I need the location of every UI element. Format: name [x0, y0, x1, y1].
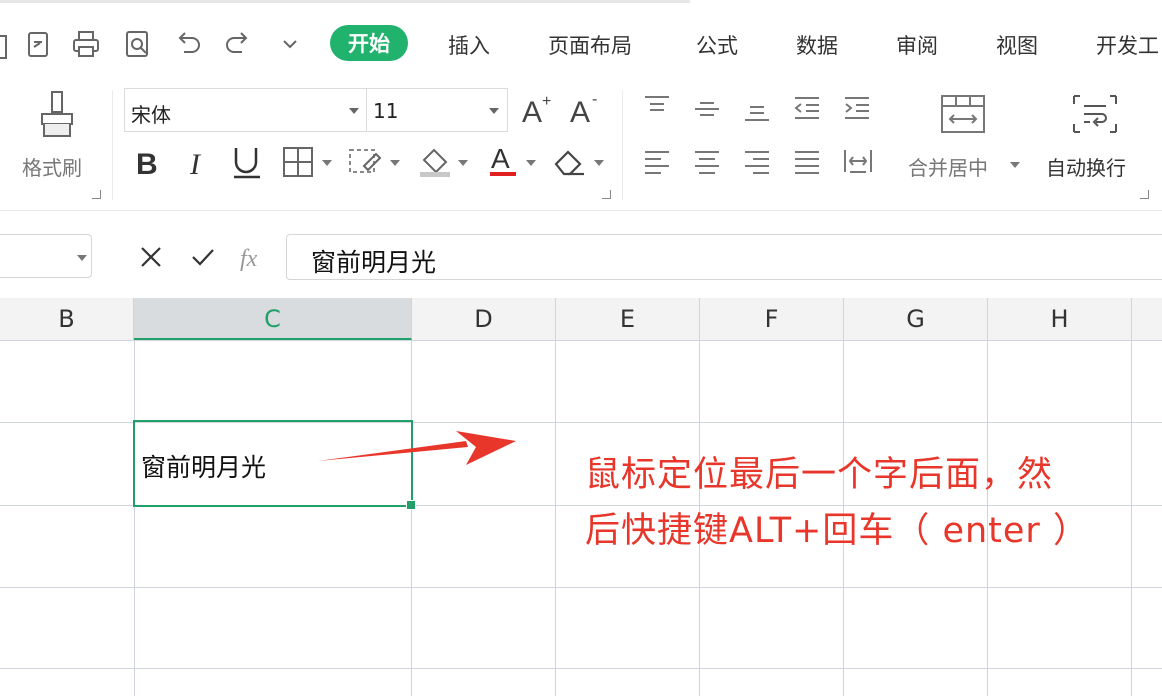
svg-text:A: A	[491, 143, 510, 174]
svg-text:-: -	[592, 92, 597, 108]
grid-line	[0, 587, 1162, 588]
font-name-select[interactable]: 宋体	[124, 88, 368, 132]
increase-indent-icon[interactable]	[842, 94, 872, 122]
column-header-e[interactable]: E	[556, 298, 700, 340]
svg-text:A: A	[522, 96, 542, 128]
increase-font-icon[interactable]: A +	[520, 92, 560, 128]
font-size-select[interactable]: 11	[366, 88, 508, 132]
align-left-icon[interactable]	[642, 148, 672, 176]
tab-review[interactable]: 审阅	[896, 30, 938, 60]
font-size-value: 11	[373, 99, 399, 123]
chevron-down-icon	[349, 108, 359, 114]
fill-color-icon[interactable]	[418, 144, 452, 178]
top-divider	[0, 0, 690, 3]
column-header-h[interactable]: H	[988, 298, 1132, 340]
fill-handle[interactable]	[406, 500, 416, 510]
wrap-text-icon[interactable]	[1072, 94, 1118, 134]
group-separator	[622, 90, 623, 200]
merge-center-icon[interactable]	[940, 94, 986, 134]
decrease-indent-icon[interactable]	[792, 94, 822, 122]
column-header-d[interactable]: D	[412, 298, 556, 340]
format-painter-label[interactable]: 格式刷	[22, 152, 82, 181]
alignment-launcher[interactable]	[1140, 190, 1149, 199]
grid-line	[1131, 340, 1132, 696]
eraser-icon[interactable]	[552, 146, 586, 178]
wrap-text-label[interactable]: 自动换行	[1046, 152, 1126, 181]
column-header-b[interactable]: B	[0, 298, 134, 340]
annotation-arrow-icon	[316, 425, 526, 470]
undo-icon[interactable]	[172, 28, 204, 60]
ribbon-divider	[0, 210, 1162, 211]
chevron-down-icon[interactable]	[322, 160, 332, 166]
chevron-down-icon[interactable]	[77, 255, 87, 261]
justify-icon[interactable]	[792, 148, 822, 176]
font-name-value: 宋体	[131, 103, 171, 127]
more-icon[interactable]	[274, 28, 306, 60]
format-painter-icon[interactable]	[36, 90, 78, 140]
print-preview-icon[interactable]	[122, 28, 154, 60]
chevron-down-icon[interactable]	[526, 160, 536, 166]
redo-icon[interactable]	[222, 28, 254, 60]
chevron-down-icon[interactable]	[1010, 162, 1020, 168]
tab-home[interactable]: 开始	[330, 25, 408, 61]
column-header-g[interactable]: G	[844, 298, 988, 340]
align-bottom-icon[interactable]	[742, 94, 772, 122]
annotation-text-line-2: 后快捷键ALT+回车（ enter ）	[585, 511, 1089, 551]
cancel-icon[interactable]	[138, 244, 164, 270]
bold-icon[interactable]: B	[134, 144, 164, 180]
chevron-down-icon	[489, 108, 499, 114]
grid-line	[411, 340, 412, 696]
decrease-font-icon[interactable]: A-	[568, 92, 608, 128]
tab-formulas[interactable]: 公式	[696, 30, 738, 60]
align-center-icon[interactable]	[692, 148, 722, 176]
merge-center-label[interactable]: 合并居中	[908, 152, 988, 181]
svg-text:A: A	[570, 96, 590, 128]
svg-text:fx: fx	[240, 246, 258, 272]
align-top-icon[interactable]	[642, 94, 672, 122]
grid-line	[0, 340, 1162, 341]
grid-line	[134, 340, 135, 696]
grid-line	[555, 340, 556, 696]
tab-view[interactable]: 视图	[996, 30, 1038, 60]
formula-value: 窗前明月光	[311, 248, 437, 277]
tab-page-layout[interactable]: 页面布局	[548, 30, 632, 60]
chevron-down-icon[interactable]	[458, 160, 468, 166]
formula-input[interactable]: 窗前明月光	[286, 234, 1162, 280]
font-color-icon[interactable]: A	[488, 142, 518, 178]
partial-icon[interactable]	[0, 30, 20, 62]
insert-function-icon[interactable]: fx	[238, 240, 272, 274]
annotation-text-line-1: 鼠标定位最后一个字后面，然	[585, 455, 1054, 495]
font-launcher[interactable]	[602, 190, 611, 199]
borders-icon[interactable]	[282, 146, 314, 178]
underline-icon[interactable]	[230, 144, 264, 180]
column-header-partial[interactable]	[1132, 298, 1162, 340]
print-icon[interactable]	[70, 28, 102, 60]
group-separator	[112, 90, 113, 200]
clipboard-icon[interactable]	[22, 28, 54, 60]
tab-developer[interactable]: 开发工	[1096, 30, 1159, 60]
svg-text:I: I	[189, 148, 202, 180]
italic-icon[interactable]: I	[186, 144, 216, 180]
distributed-align-icon[interactable]	[842, 146, 874, 176]
chevron-down-icon[interactable]	[594, 160, 604, 166]
grid-line	[0, 668, 1162, 669]
svg-text:+: +	[542, 93, 551, 110]
column-header-c[interactable]: C	[134, 298, 412, 340]
tab-data[interactable]: 数据	[796, 30, 838, 60]
column-header-f[interactable]: F	[700, 298, 844, 340]
confirm-icon[interactable]	[190, 244, 216, 270]
cell-c-value: 窗前明月光	[141, 453, 267, 482]
tab-insert[interactable]: 插入	[448, 30, 490, 60]
clipboard-launcher[interactable]	[92, 190, 101, 199]
align-right-icon[interactable]	[742, 148, 772, 176]
cell-style-icon[interactable]	[348, 146, 382, 178]
svg-text:B: B	[136, 148, 158, 180]
name-box[interactable]	[0, 234, 92, 278]
chevron-down-icon[interactable]	[390, 160, 400, 166]
align-middle-icon[interactable]	[692, 94, 722, 122]
